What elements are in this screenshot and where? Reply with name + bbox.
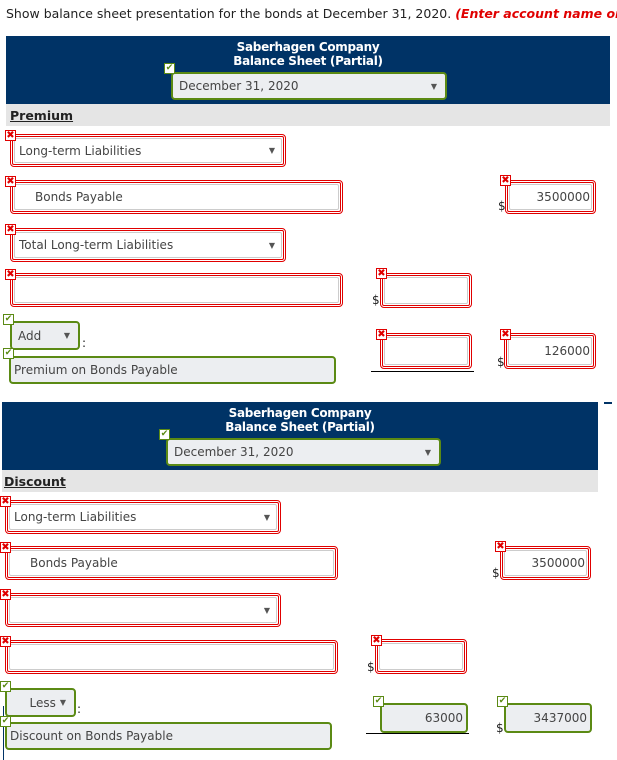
wrong-icon: ✖	[500, 329, 511, 340]
correct-icon: ✔	[0, 716, 11, 727]
wrong-icon: ✖	[0, 542, 11, 553]
discount-adjust-amount-input[interactable]: 63000	[380, 703, 468, 733]
divider	[3, 706, 4, 760]
discount-carrying-amount-input[interactable]: 3437000	[504, 703, 592, 733]
currency-symbol: $	[492, 566, 500, 580]
wrong-icon: ✖	[5, 269, 16, 280]
section-label: Premium	[10, 108, 74, 123]
colon: :	[77, 702, 82, 716]
chevron-down-icon: ▼	[63, 331, 70, 340]
chevron-down-icon: ▼	[268, 240, 275, 250]
premium-adjust-label-input[interactable]: Premium on Bonds Payable	[9, 356, 336, 384]
premium-blank-label-input[interactable]	[10, 273, 343, 307]
premium-section: Premium	[6, 104, 610, 126]
section-label: Discount	[4, 474, 66, 489]
discount-blank-label-input[interactable]	[5, 640, 338, 674]
premium-bonds-label-input[interactable]: Bonds Payable	[10, 180, 343, 214]
correct-icon: ✔	[497, 696, 508, 707]
currency-symbol: $	[372, 293, 380, 307]
statement-title: Balance Sheet (Partial)	[225, 420, 375, 434]
wrong-icon: ✖	[5, 130, 16, 141]
underline	[366, 733, 469, 734]
premium-blank-amount-input[interactable]	[380, 273, 472, 308]
correct-icon: ✔	[3, 314, 14, 325]
instruction-emphasis: (Enter account name only	[455, 6, 617, 21]
premium-date-select[interactable]: December 31, 2020 ▼	[171, 72, 447, 100]
divider	[604, 402, 612, 404]
premium-adjust-select[interactable]: Add ▼	[10, 321, 80, 350]
wrong-icon: ✖	[500, 175, 511, 186]
wrong-icon: ✖	[0, 589, 11, 600]
premium-adjust-amount-input[interactable]	[380, 333, 472, 369]
correct-icon: ✔	[373, 696, 384, 707]
correct-icon: ✔	[159, 429, 170, 440]
premium-bonds-amount-input[interactable]: 3500000	[505, 180, 596, 214]
wrong-icon: ✖	[376, 268, 387, 279]
chevron-down-icon: ▼	[263, 512, 270, 522]
discount-adjust-label-input[interactable]: Discount on Bonds Payable	[5, 722, 332, 750]
currency-symbol: $	[496, 721, 504, 735]
wrong-icon: ✖	[376, 329, 387, 340]
discount-section: Discount	[2, 470, 598, 492]
discount-heading-select[interactable]: Long-term Liabilities ▼	[5, 500, 281, 534]
chevron-down-icon: ▼	[59, 698, 66, 707]
discount-blank-amount-input[interactable]	[375, 639, 467, 674]
colon: :	[82, 336, 87, 350]
underline	[371, 371, 474, 372]
discount-blank-select[interactable]: ▼	[5, 593, 281, 627]
premium-heading-select[interactable]: Long-term Liabilities ▼	[10, 134, 286, 167]
chevron-down-icon: ▼	[263, 605, 270, 615]
correct-icon: ✔	[0, 681, 11, 692]
wrong-icon: ✖	[495, 541, 506, 552]
instruction-text: Show balance sheet presentation for the …	[6, 6, 617, 21]
wrong-icon: ✖	[0, 636, 11, 647]
wrong-icon: ✖	[0, 496, 11, 507]
premium-total-select[interactable]: Total Long-term Liabilities ▼	[10, 228, 286, 262]
wrong-icon: ✖	[5, 176, 16, 187]
premium-carrying-amount-input[interactable]: 126000	[504, 333, 596, 369]
chevron-down-icon: ▼	[424, 447, 431, 457]
correct-icon: ✔	[3, 348, 14, 359]
chevron-down-icon: ▼	[430, 81, 437, 91]
chevron-down-icon: ▼	[268, 146, 275, 155]
discount-bonds-label-input[interactable]: Bonds Payable	[5, 546, 338, 580]
statement-title: Balance Sheet (Partial)	[233, 54, 383, 68]
wrong-icon: ✖	[5, 224, 16, 235]
correct-icon: ✔	[164, 63, 175, 74]
discount-adjust-select[interactable]: Less ▼	[5, 688, 76, 717]
currency-symbol: $	[367, 660, 375, 674]
company-name: Saberhagen Company	[228, 406, 372, 420]
discount-bonds-amount-input[interactable]: 3500000	[500, 546, 591, 580]
discount-date-select[interactable]: December 31, 2020 ▼	[166, 438, 441, 466]
company-name: Saberhagen Company	[236, 40, 380, 54]
wrong-icon: ✖	[371, 635, 382, 646]
